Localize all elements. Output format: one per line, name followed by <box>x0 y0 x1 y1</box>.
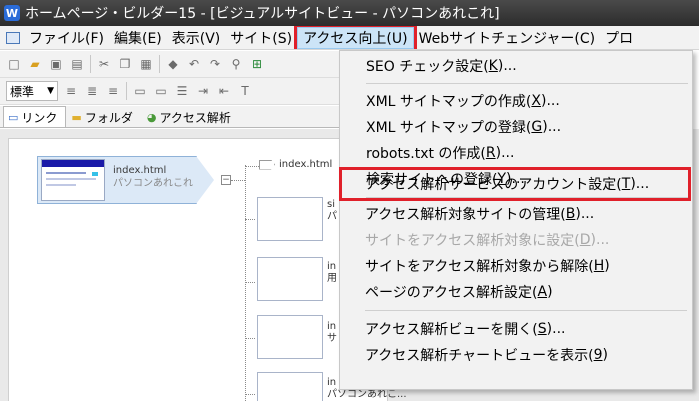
collapse-toggle[interactable]: − <box>221 175 231 185</box>
menu-pro[interactable]: プロ <box>600 27 638 49</box>
menu-edit[interactable]: 編集(E) <box>109 27 167 49</box>
analytics-icon: ◕ <box>146 110 157 124</box>
style-select[interactable]: 標準 ▼ <box>6 81 58 101</box>
redo-icon[interactable]: ↷ <box>207 56 223 72</box>
tab-label: アクセス解析 <box>159 110 231 125</box>
menu-site-set-analytics-target: サイトをアクセス解析対象に設定(D)... <box>365 232 610 249</box>
view-tabs: ▭ リンク ▬ フォルダ ◕ アクセス解析 <box>0 106 360 128</box>
child-page-thumbnail[interactable] <box>257 257 323 301</box>
outdent-icon[interactable]: ⇤ <box>216 83 232 99</box>
menu-file[interactable]: ファイル(F) <box>24 27 109 49</box>
site-map-icon[interactable]: ⊞ <box>249 56 265 72</box>
tab-label: フォルダ <box>84 110 133 125</box>
app-logo-icon: W <box>4 5 20 21</box>
align-left-icon[interactable]: ≡ <box>63 83 79 99</box>
menu-site[interactable]: サイト(S) <box>225 27 297 49</box>
open-folder-icon[interactable]: ▰ <box>27 56 43 72</box>
tree-connector <box>245 394 255 395</box>
table-insert-icon[interactable]: ▭ <box>132 83 148 99</box>
root-node-arrow <box>196 156 214 204</box>
menu-website-changer[interactable]: Webサイトチェンジャー(C) <box>414 27 601 49</box>
paste-icon[interactable]: ▦ <box>138 56 154 72</box>
menu-show-analytics-chart-view[interactable]: アクセス解析チャートビューを表示(9) <box>339 342 691 368</box>
child-page-thumbnail[interactable] <box>257 315 323 359</box>
menu-separator <box>365 310 687 311</box>
standard-toolbar: □ ▰ ▣ ▤ ✂ ❐ ▦ ◆ ↶ ↷ ⚲ ⊞ <box>0 51 360 78</box>
copy-icon[interactable]: ❐ <box>117 56 133 72</box>
tab-folder[interactable]: ▬ フォルダ <box>66 106 141 127</box>
style-select-value: 標準 <box>10 84 35 99</box>
child-page-label: si パ <box>327 199 337 222</box>
menu-analytics-site-manage[interactable]: アクセス解析対象サイトの管理(B)... <box>339 201 691 227</box>
tree-connector <box>245 282 255 283</box>
toolbar-divider <box>90 55 91 73</box>
toolbar-divider <box>126 82 127 100</box>
folder-icon: ▬ <box>71 110 82 124</box>
menu-open-analytics-view[interactable]: アクセス解析ビューを開く(S)... <box>339 316 691 342</box>
dropdown-lower-section: アクセス解析サービスのアカウント設定(T)... アクセス解析対象サイトの管理(… <box>339 50 693 390</box>
align-right-icon[interactable]: ≡ <box>105 83 121 99</box>
cut-icon[interactable]: ✂ <box>96 56 112 72</box>
link-view-icon: ▭ <box>8 110 19 124</box>
site-map-panel: index.html パソコンあれこれ − index.html si パ in 用… <box>8 138 407 401</box>
list-icon[interactable]: ☰ <box>174 83 190 99</box>
root-page-title: パソコンあれこれ <box>113 178 193 189</box>
menu-site-remove-analytics-target[interactable]: サイトをアクセス解析対象から解除(H) <box>339 253 691 279</box>
frame-icon[interactable]: ▭ <box>153 83 169 99</box>
tree-connector <box>245 338 255 339</box>
page-thumbnail <box>41 159 105 201</box>
tree-connector <box>231 180 245 181</box>
indent-icon[interactable]: ⇥ <box>195 83 211 99</box>
tree-connector <box>245 219 255 220</box>
child-page-label: in 用 <box>327 261 337 284</box>
child-page-label: in サ <box>327 321 337 344</box>
root-node-text: index.html パソコンあれこれ <box>113 164 193 190</box>
format-toolbar: 標準 ▼ ≡ ≣ ≡ ▭ ▭ ☰ ⇥ ⇤ T <box>0 78 360 105</box>
save-all-icon[interactable]: ▤ <box>69 56 85 72</box>
menu-bar: ファイル(F) 編集(E) 表示(V) サイト(S) アクセス向上(U) Web… <box>0 26 699 50</box>
undo-icon[interactable]: ↶ <box>186 56 202 72</box>
menu-page-analytics-settings[interactable]: ページのアクセス解析設定(A) <box>339 279 691 305</box>
tab-label: リンク <box>21 110 58 125</box>
title-bar: W ホームページ・ビルダー15 - [ビジュアルサイトビュー - パソコンあれこ… <box>0 0 699 26</box>
child-page-thumbnail[interactable] <box>257 372 323 401</box>
page-arrow-icon <box>259 159 275 170</box>
align-center-icon[interactable]: ≣ <box>84 83 100 99</box>
eraser-icon[interactable]: ◆ <box>165 56 181 72</box>
menu-analytics-account-settings-item[interactable]: アクセス解析サービスのアカウント設定(T)... <box>339 167 691 201</box>
new-page-icon[interactable]: □ <box>6 56 22 72</box>
child-page-thumbnail[interactable] <box>257 197 323 241</box>
find-icon[interactable]: ⚲ <box>228 56 244 72</box>
root-file-name: index.html <box>113 165 167 176</box>
menu-access-improve[interactable]: アクセス向上(U) <box>294 26 417 49</box>
root-page-node[interactable]: index.html パソコンあれこれ <box>37 156 214 204</box>
child-folder-label: index.html <box>259 159 332 170</box>
tab-link[interactable]: ▭ リンク <box>3 106 67 127</box>
font-size-icon[interactable]: T <box>237 83 253 99</box>
save-icon[interactable]: ▣ <box>48 56 64 72</box>
toolbar-divider <box>159 55 160 73</box>
tab-access-analysis[interactable]: ◕ アクセス解析 <box>142 106 240 127</box>
window-title: ホームページ・ビルダー15 - [ビジュアルサイトビュー - パソコンあれこれ] <box>25 6 500 22</box>
tree-connector <box>245 165 246 401</box>
menu-view[interactable]: 表示(V) <box>167 27 226 49</box>
chevron-down-icon: ▼ <box>47 86 54 96</box>
document-menu-icon[interactable] <box>6 31 20 44</box>
